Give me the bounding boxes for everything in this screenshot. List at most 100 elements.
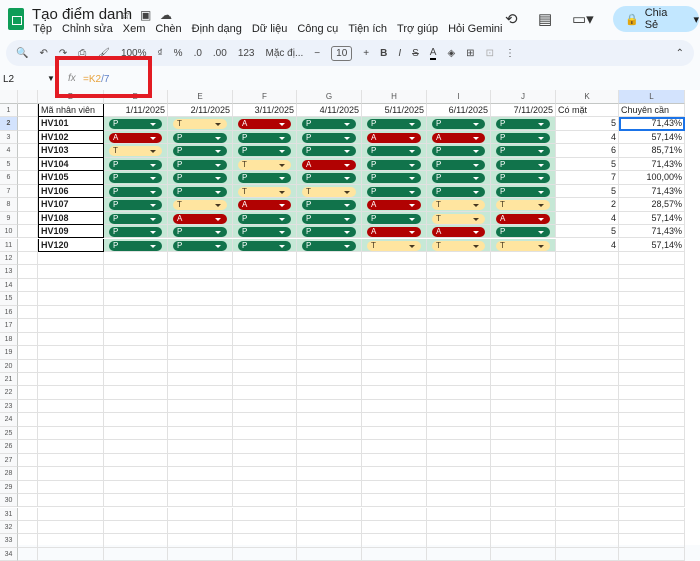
- cell[interactable]: [427, 332, 491, 347]
- cell[interactable]: [104, 547, 168, 561]
- cell[interactable]: [297, 373, 362, 387]
- attendance-cell[interactable]: P: [491, 130, 556, 145]
- cell[interactable]: [297, 359, 362, 373]
- cell[interactable]: [362, 413, 427, 427]
- status-chip-dropdown[interactable]: T: [173, 119, 227, 130]
- status-chip-dropdown[interactable]: P: [109, 227, 162, 238]
- cell[interactable]: [297, 534, 362, 548]
- status-chip-dropdown[interactable]: A: [432, 227, 485, 238]
- cell[interactable]: [18, 386, 38, 400]
- cell[interactable]: [619, 480, 685, 495]
- history-icon[interactable]: ⟲: [505, 10, 518, 28]
- cell[interactable]: [18, 278, 38, 293]
- cell[interactable]: [168, 305, 233, 320]
- status-chip-dropdown[interactable]: A: [367, 132, 421, 143]
- attendance-cell[interactable]: P: [297, 238, 362, 252]
- cell[interactable]: [556, 332, 619, 347]
- cell[interactable]: [362, 399, 427, 414]
- cell[interactable]: [38, 265, 104, 279]
- plus-icon[interactable]: +: [363, 48, 369, 59]
- cell[interactable]: [38, 346, 104, 360]
- attendance-cell[interactable]: A: [427, 225, 491, 239]
- meet-icon[interactable]: ▭▾: [572, 10, 594, 28]
- cell[interactable]: [619, 507, 685, 521]
- status-chip-dropdown[interactable]: A: [109, 132, 162, 143]
- cell[interactable]: [362, 305, 427, 320]
- cell[interactable]: [619, 440, 685, 454]
- status-chip-dropdown[interactable]: P: [432, 119, 485, 130]
- present-count-cell[interactable]: 4: [556, 238, 619, 252]
- cell[interactable]: [38, 494, 104, 508]
- cell[interactable]: [491, 346, 556, 360]
- status-chip-dropdown[interactable]: P: [302, 240, 356, 251]
- attendance-cell[interactable]: P: [362, 171, 427, 185]
- cell[interactable]: [38, 520, 104, 535]
- row-header[interactable]: 14: [0, 278, 18, 293]
- currency-button[interactable]: ₫: [158, 48, 163, 59]
- cell[interactable]: [297, 507, 362, 521]
- cell[interactable]: [362, 373, 427, 387]
- status-chip-dropdown[interactable]: P: [496, 132, 550, 143]
- cell[interactable]: [18, 480, 38, 495]
- attendance-cell[interactable]: P: [491, 171, 556, 185]
- cell[interactable]: [619, 265, 685, 279]
- attendance-cell[interactable]: T: [362, 238, 427, 252]
- status-chip-dropdown[interactable]: P: [238, 132, 291, 143]
- cell[interactable]: [18, 440, 38, 454]
- number-format-button[interactable]: 123: [238, 48, 255, 59]
- column-header[interactable]: G: [297, 90, 362, 104]
- cell[interactable]: [38, 373, 104, 387]
- cell[interactable]: [168, 520, 233, 535]
- cell[interactable]: [168, 319, 233, 333]
- cell[interactable]: [297, 426, 362, 441]
- cell[interactable]: [18, 346, 38, 360]
- cell[interactable]: [297, 386, 362, 400]
- menu-item[interactable]: Chỉnh sửa: [62, 23, 113, 35]
- cell[interactable]: [168, 251, 233, 266]
- attendance-cell[interactable]: P: [104, 238, 168, 252]
- cell[interactable]: [233, 292, 297, 306]
- more-icon[interactable]: ⋮: [505, 48, 515, 59]
- attendance-cell[interactable]: T: [233, 184, 297, 199]
- cell[interactable]: [233, 507, 297, 521]
- cell[interactable]: [18, 413, 38, 427]
- status-chip-dropdown[interactable]: P: [238, 227, 291, 238]
- column-header[interactable]: E: [168, 90, 233, 104]
- cell[interactable]: [619, 413, 685, 427]
- row-header[interactable]: 23: [0, 399, 18, 414]
- header-cell[interactable]: 7/11/2025: [491, 104, 556, 118]
- row-header[interactable]: 3: [0, 130, 18, 145]
- status-chip-dropdown[interactable]: P: [367, 213, 421, 224]
- cell[interactable]: [556, 373, 619, 387]
- cell[interactable]: [18, 426, 38, 441]
- attendance-cell[interactable]: P: [168, 157, 233, 172]
- status-chip-dropdown[interactable]: T: [238, 186, 291, 197]
- cell[interactable]: [18, 130, 38, 145]
- text-color-icon[interactable]: A: [429, 47, 437, 60]
- cell[interactable]: [233, 547, 297, 561]
- status-chip-dropdown[interactable]: T: [367, 240, 421, 251]
- cell[interactable]: [362, 547, 427, 561]
- attendance-cell[interactable]: P: [491, 144, 556, 158]
- cell[interactable]: [362, 386, 427, 400]
- cell[interactable]: [362, 319, 427, 333]
- cell[interactable]: [233, 373, 297, 387]
- cell[interactable]: [168, 534, 233, 548]
- cell[interactable]: [362, 332, 427, 347]
- cell[interactable]: [104, 426, 168, 441]
- cell[interactable]: [18, 225, 38, 239]
- cell[interactable]: [168, 386, 233, 400]
- present-count-cell[interactable]: 5: [556, 225, 619, 239]
- cell[interactable]: [556, 440, 619, 454]
- header-cell[interactable]: 4/11/2025: [297, 104, 362, 118]
- cell[interactable]: [38, 467, 104, 481]
- status-chip-dropdown[interactable]: P: [367, 119, 421, 130]
- employee-id-cell[interactable]: HV101: [38, 117, 104, 131]
- attendance-cell[interactable]: P: [297, 117, 362, 131]
- cell[interactable]: [104, 480, 168, 495]
- attendance-cell[interactable]: T: [427, 238, 491, 252]
- cell[interactable]: [491, 359, 556, 373]
- cell[interactable]: [297, 480, 362, 495]
- column-header[interactable]: J: [491, 90, 556, 104]
- cell[interactable]: [38, 480, 104, 495]
